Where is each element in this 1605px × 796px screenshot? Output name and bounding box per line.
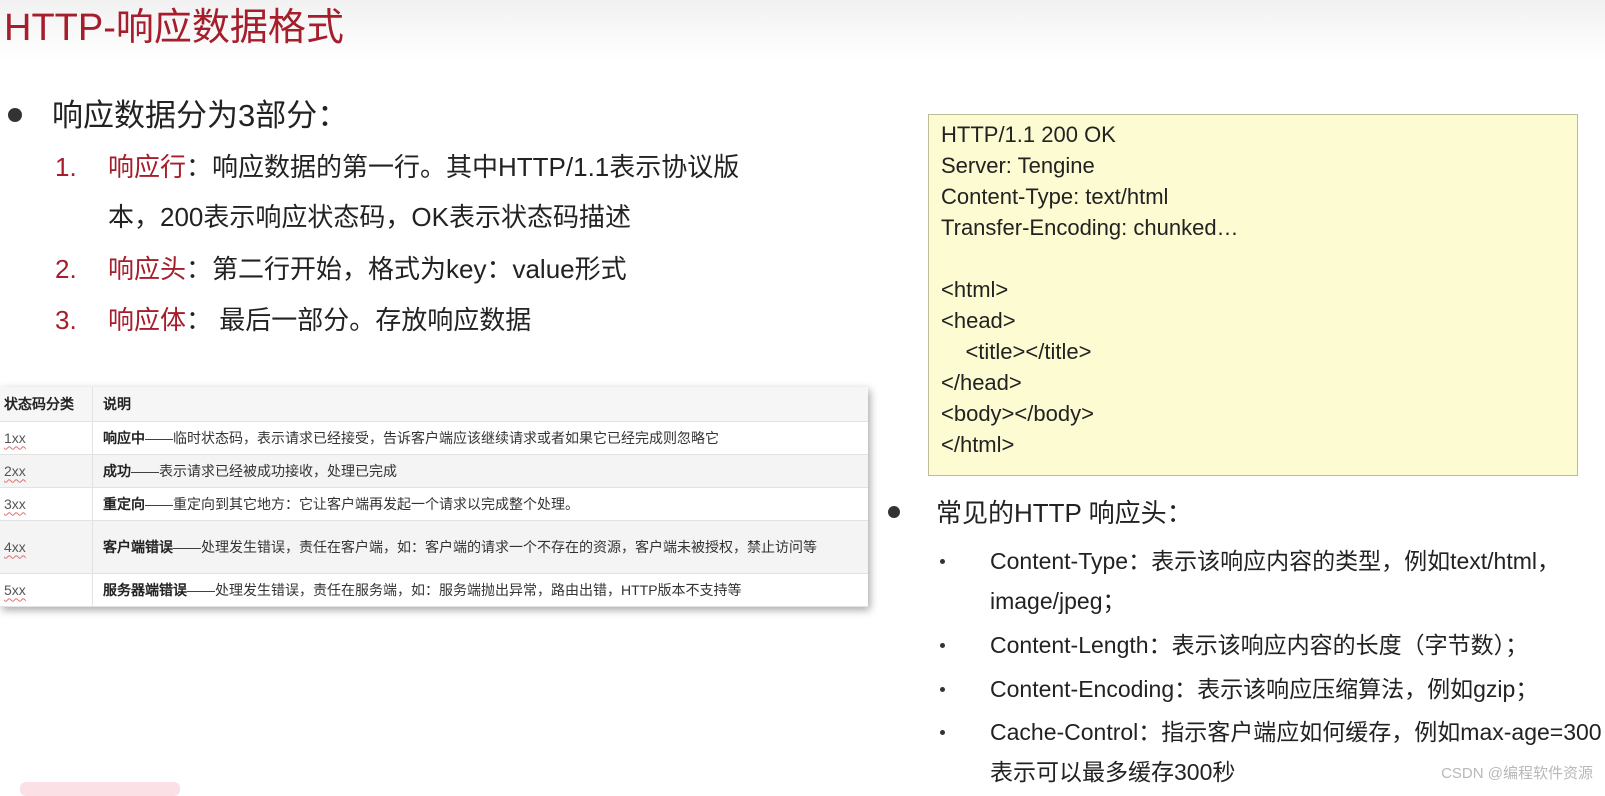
part-number: 2. [55, 254, 77, 284]
status-title: 重定向 [103, 495, 145, 512]
status-title: 响应中 [103, 429, 145, 446]
status-desc: 服务器端错误——处理发生错误，责任在服务端，如：服务端抛出异常，路由出错，HTT… [92, 573, 868, 607]
code-line: HTTP/1.1 200 OK [941, 122, 1116, 147]
header-item-line: Content-Length：表示该响应内容的长度（字节数）； [990, 632, 1529, 658]
code-line: <body></body> [941, 401, 1094, 426]
watermark: CSDN @编程软件资源 [1441, 765, 1593, 782]
header-item-line: image/jpeg； [990, 588, 1126, 614]
header-item-content-length: Content-Length：表示该响应内容的长度（字节数）； [940, 625, 1580, 665]
status-code: 3xx [0, 487, 93, 521]
code-line: </html> [941, 432, 1015, 457]
table-row: 2xx 成功——表示请求已经被成功接收，处理已完成 [0, 454, 868, 488]
column-header: 状态码分类 [0, 387, 93, 422]
headers-title: 常见的HTTP 响应头： [936, 498, 1193, 528]
column-header: 说明 [92, 387, 868, 422]
status-desc: 响应中——临时状态码，表示请求已经接受，告诉客户端应该继续请求或者如果它已经完成… [92, 421, 868, 455]
header-item-content-type: Content-Type：表示该响应内容的类型，例如text/html， ima… [940, 541, 1580, 621]
bullet-dot-icon [940, 730, 945, 735]
part-desc: ：响应数据的第一行。其中HTTP/1.1表示协议版 [186, 152, 740, 182]
status-text: ——重定向到其它地方：它让客户端再发起一个请求以完成整个处理。 [145, 495, 579, 512]
status-code: 2xx [0, 454, 93, 488]
header-item-content-encoding: Content-Encoding：表示该响应压缩算法，例如gzip； [940, 669, 1580, 709]
part-text-line: 响应头：第二行开始，格式为key：value形式 [108, 252, 627, 286]
part-desc: ： 最后一部分。存放响应数据 [186, 305, 532, 335]
part-item-1: 1. 响应行：响应数据的第一行。其中HTTP/1.1表示协议版 [0, 150, 800, 184]
part-text-line: 响应体： 最后一部分。存放响应数据 [108, 303, 531, 337]
status-text: ——表示请求已经被成功接收，处理已完成 [131, 462, 397, 479]
bullet-dot-icon [940, 643, 945, 648]
part-desc-cont: 本，200表示响应状态码，OK表示状态码描述 [108, 202, 631, 232]
table-row: 4xx 客户端错误——处理发生错误，责任在客户端，如：客户端的请求一个不存在的资… [0, 520, 868, 574]
header-item-line: Cache-Control：指示客户端应如何缓存，例如max-age=300 [990, 719, 1602, 745]
decorative-smudge [20, 782, 180, 796]
part-item-1-cont: 本，200表示响应状态码，OK表示状态码描述 [0, 200, 800, 234]
part-number: 3. [55, 305, 77, 335]
header-item-line: 表示可以最多缓存300秒 [990, 759, 1236, 785]
headers-bullet: 常见的HTTP 响应头： [888, 496, 1193, 530]
status-text: ——处理发生错误，责任在客户端，如：客户端的请求一个不存在的资源，客户端未被授权… [173, 538, 817, 555]
table-row: 3xx 重定向——重定向到其它地方：它让客户端再发起一个请求以完成整个处理。 [0, 487, 868, 521]
bullet-dot-icon [888, 506, 900, 519]
part-item-3: 3. 响应体： 最后一部分。存放响应数据 [0, 303, 800, 337]
status-title: 客户端错误 [103, 538, 173, 555]
bullet-dot-icon [940, 687, 945, 692]
code-line: Transfer-Encoding: chunked… [941, 215, 1239, 240]
status-text: ——临时状态码，表示请求已经接受，告诉客户端应该继续请求或者如果它已经完成则忽略… [145, 429, 719, 446]
part-desc: ：第二行开始，格式为key：value形式 [186, 254, 627, 284]
code-line: </head> [941, 370, 1022, 395]
part-key: 响应头 [108, 254, 187, 284]
code-line: <title></title> [941, 339, 1092, 364]
part-text-line: 响应行：响应数据的第一行。其中HTTP/1.1表示协议版 [108, 150, 739, 184]
page-title: HTTP-响应数据格式 [4, 7, 344, 49]
code-line: Content-Type: text/html [941, 184, 1169, 209]
part-key: 响应体 [108, 305, 187, 335]
status-text: ——处理发生错误，责任在服务端，如：服务端抛出异常，路由出错，HTTP版本不支持… [187, 581, 742, 598]
bullet-dot-icon [8, 107, 22, 122]
part-item-2: 2. 响应头：第二行开始，格式为key：value形式 [0, 252, 800, 286]
status-code: 4xx [0, 520, 93, 574]
header-item-line: Content-Type：表示该响应内容的类型，例如text/html， [990, 548, 1560, 574]
code-line: Server: Tengine [941, 153, 1095, 178]
status-code: 5xx [0, 573, 93, 607]
table-row: 1xx 响应中——临时状态码，表示请求已经接受，告诉客户端应该继续请求或者如果它… [0, 421, 868, 455]
status-desc: 重定向——重定向到其它地方：它让客户端再发起一个请求以完成整个处理。 [92, 487, 868, 521]
status-code-table: 状态码分类 说明 1xx 响应中——临时状态码，表示请求已经接受，告诉客户端应该… [0, 387, 868, 607]
intro-text: 响应数据分为3部分： [52, 98, 349, 133]
table-header-row: 状态码分类 说明 [0, 387, 868, 422]
code-line: <head> [941, 308, 1016, 333]
part-key: 响应行 [108, 152, 187, 182]
status-code: 1xx [0, 421, 93, 455]
response-example-box: HTTP/1.1 200 OK Server: Tengine Content-… [928, 114, 1578, 476]
part-number: 1. [55, 152, 77, 182]
bullet-dot-icon [940, 559, 945, 564]
header-item-line: Content-Encoding：表示该响应压缩算法，例如gzip； [990, 676, 1539, 702]
table-row: 5xx 服务器端错误——处理发生错误，责任在服务端，如：服务端抛出异常，路由出错… [0, 573, 868, 607]
status-desc: 成功——表示请求已经被成功接收，处理已完成 [92, 454, 868, 488]
status-desc: 客户端错误——处理发生错误，责任在客户端，如：客户端的请求一个不存在的资源，客户… [92, 520, 868, 574]
intro-bullet: 响应数据分为3部分： [8, 96, 348, 136]
status-title: 成功 [103, 462, 131, 479]
code-line: <html> [941, 277, 1009, 302]
status-title: 服务器端错误 [103, 581, 187, 598]
